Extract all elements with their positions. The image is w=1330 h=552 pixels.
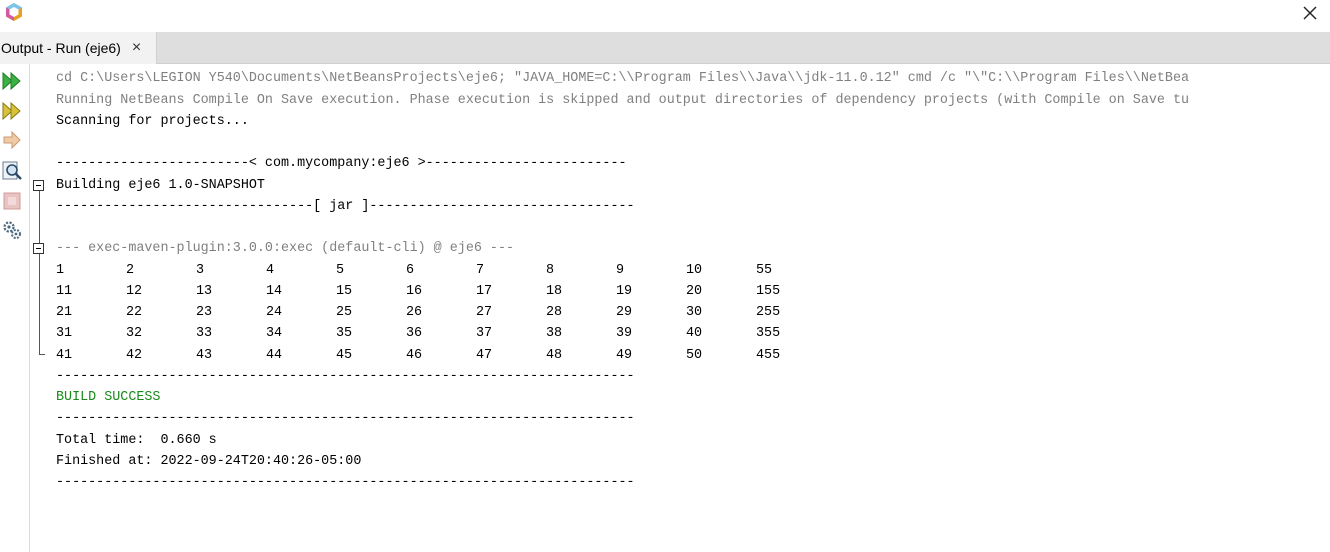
fold-guide — [39, 191, 40, 245]
console-line-jar-separator: --------------------------------[ jar ]-… — [56, 199, 635, 214]
stop-icon[interactable] — [1, 190, 23, 212]
rerun-icon[interactable] — [1, 70, 23, 92]
table-cell: 16 — [406, 284, 423, 299]
table-cell: 43 — [196, 348, 213, 363]
table-cell: 31 — [56, 326, 73, 341]
output-toolbar — [0, 64, 30, 552]
console-line-cmd: cd C:\Users\LEGION Y540\Documents\NetBea… — [56, 71, 1190, 86]
table-cell: 11 — [56, 284, 73, 299]
find-icon[interactable] — [1, 160, 23, 182]
table-cell: 29 — [616, 305, 633, 320]
console-line-scanning: Scanning for projects... — [56, 114, 249, 129]
table-cell: 42 — [126, 348, 143, 363]
table-cell: 32 — [126, 326, 143, 341]
table-cell: 35 — [336, 326, 353, 341]
table-row-sum: 155 — [756, 284, 781, 299]
output-tabstrip: Output - Run (eje6) × — [0, 32, 1330, 64]
table-row-sum: 55 — [756, 263, 773, 278]
table-cell: 38 — [546, 326, 563, 341]
close-icon[interactable] — [1300, 3, 1320, 23]
table-cell: 48 — [546, 348, 563, 363]
console-line-separator: ----------------------------------------… — [56, 475, 635, 490]
table-cell: 39 — [616, 326, 633, 341]
table-cell: 36 — [406, 326, 423, 341]
next-step-icon[interactable] — [1, 129, 23, 151]
table-cell: 3 — [196, 263, 205, 278]
table-cell: 45 — [336, 348, 353, 363]
table-cell: 23 — [196, 305, 213, 320]
table-cell: 47 — [476, 348, 493, 363]
table-cell: 1 — [56, 263, 65, 278]
table-cell: 24 — [266, 305, 283, 320]
rerun-with-options-icon[interactable] — [1, 100, 23, 122]
table-cell: 41 — [56, 348, 73, 363]
table-cell: 25 — [336, 305, 353, 320]
table-cell: 8 — [546, 263, 555, 278]
console-line-separator: ----------------------------------------… — [56, 411, 635, 426]
table-cell: 17 — [476, 284, 493, 299]
table-cell: 22 — [126, 305, 143, 320]
console-line-total-time: Total time: 0.660 s — [56, 433, 217, 448]
table-cell: 12 — [126, 284, 143, 299]
table-cell: 26 — [406, 305, 423, 320]
table-cell: 28 — [546, 305, 563, 320]
table-cell: 33 — [196, 326, 213, 341]
fold-toggle-build[interactable] — [33, 180, 44, 191]
table-cell: 20 — [686, 284, 703, 299]
table-cell: 5 — [336, 263, 345, 278]
table-cell: 27 — [476, 305, 493, 320]
tab-label: Output - Run (eje6) — [1, 40, 121, 56]
table-cell: 44 — [266, 348, 283, 363]
table-cell: 13 — [196, 284, 213, 299]
table-row-sum: 255 — [756, 305, 781, 320]
table-cell: 21 — [56, 305, 73, 320]
console-line-project-header: ------------------------< com.mycompany:… — [56, 156, 627, 171]
table-cell: 10 — [686, 263, 703, 278]
netbeans-cube-icon — [6, 3, 22, 21]
table-cell: 6 — [406, 263, 415, 278]
window-titlebar — [0, 0, 1330, 32]
table-cell: 40 — [686, 326, 703, 341]
console-line-separator: ----------------------------------------… — [56, 369, 635, 384]
console-line-plugin: --- exec-maven-plugin:3.0.0:exec (defaul… — [56, 241, 515, 256]
console-line-build-success: BUILD SUCCESS — [56, 390, 161, 405]
table-row-sum: 355 — [756, 326, 781, 341]
table-cell: 9 — [616, 263, 625, 278]
settings-icon[interactable] — [1, 219, 23, 241]
console-line-building: Building eje6 1.0-SNAPSHOT — [56, 178, 265, 193]
table-cell: 30 — [686, 305, 703, 320]
console-line-finished-at: Finished at: 2022-09-24T20:40:26-05:00 — [56, 454, 362, 469]
fold-toggle-exec[interactable] — [33, 243, 44, 254]
console-line-compile: Running NetBeans Compile On Save executi… — [56, 93, 1190, 108]
table-row-sum: 455 — [756, 348, 781, 363]
table-cell: 50 — [686, 348, 703, 363]
table-cell: 46 — [406, 348, 423, 363]
tab-output-run[interactable]: Output - Run (eje6) × — [0, 32, 157, 64]
table-cell: 49 — [616, 348, 633, 363]
table-cell: 4 — [266, 263, 275, 278]
table-cell: 34 — [266, 326, 283, 341]
fold-end — [39, 354, 45, 355]
table-cell: 15 — [336, 284, 353, 299]
table-cell: 7 — [476, 263, 485, 278]
fold-guide — [39, 254, 40, 355]
table-cell: 18 — [546, 284, 563, 299]
table-cell: 2 — [126, 263, 135, 278]
table-cell: 37 — [476, 326, 493, 341]
table-cell: 14 — [266, 284, 283, 299]
table-cell: 19 — [616, 284, 633, 299]
tab-close-icon[interactable]: × — [132, 40, 141, 56]
